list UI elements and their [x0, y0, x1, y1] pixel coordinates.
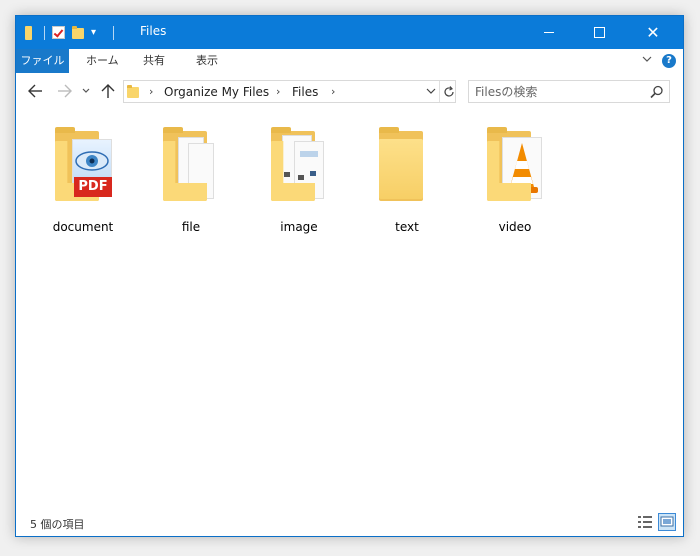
forward-button[interactable] [54, 82, 76, 100]
details-view-button[interactable] [636, 513, 654, 531]
minimize-icon [544, 32, 554, 33]
search-input[interactable] [475, 83, 635, 100]
chevron-down-icon [82, 88, 90, 93]
breadcrumb-files[interactable]: Files [292, 85, 318, 99]
vlc-folder-icon [480, 127, 550, 209]
large-icons-view-icon [660, 516, 674, 527]
up-button[interactable] [98, 82, 118, 100]
status-bar: 5 個の項目 [16, 507, 683, 536]
pdf-badge: PDF [74, 177, 112, 197]
quick-access-toolbar: ▾ [22, 24, 120, 42]
tab-home[interactable]: ホーム [86, 49, 119, 73]
title-bar[interactable]: ▾ Files ✕ [16, 16, 683, 49]
folder-item-text[interactable]: text [363, 127, 451, 237]
folder-item-video[interactable]: video [471, 127, 559, 237]
folder-item-file[interactable]: file [147, 127, 235, 237]
forward-arrow-icon [58, 84, 72, 98]
tab-share[interactable]: 共有 [143, 49, 165, 73]
folder-label: image [280, 220, 318, 234]
search-box[interactable] [468, 80, 670, 103]
refresh-button[interactable] [439, 81, 457, 102]
tab-view[interactable]: 表示 [196, 49, 218, 73]
search-icon[interactable] [649, 84, 665, 100]
up-arrow-icon [101, 84, 115, 98]
window-title: Files [140, 24, 167, 38]
folder-label: video [498, 220, 532, 234]
folder-label: file [181, 220, 201, 234]
new-folder-icon[interactable] [71, 25, 87, 41]
tab-file[interactable]: ファイル [16, 49, 69, 73]
address-bar[interactable]: › Organize My Files › Files › [123, 80, 456, 103]
file-list-view[interactable]: PDF document file image text video [16, 109, 683, 507]
pdf-folder-icon: PDF [48, 127, 118, 209]
customize-toolbar-dropdown-icon[interactable]: ▾ [91, 25, 107, 41]
close-button[interactable]: ✕ [630, 16, 676, 49]
folder-icon [127, 85, 139, 98]
folder-item-document[interactable]: PDF document [39, 127, 127, 237]
address-history-dropdown-icon[interactable] [425, 85, 437, 97]
pin-folder-icon[interactable] [22, 25, 38, 41]
maximize-icon [593, 27, 605, 38]
explorer-window: ▾ Files ✕ ファイル ホーム 共有 表示 ? › Organize My… [15, 15, 684, 537]
properties-icon[interactable] [51, 25, 67, 41]
qat-separator [113, 26, 114, 40]
maximize-button[interactable] [576, 16, 622, 49]
expand-ribbon-chevron-icon[interactable] [642, 54, 652, 64]
navigation-bar: › Organize My Files › Files › [16, 73, 683, 109]
back-arrow-icon [28, 84, 42, 98]
large-icons-view-button[interactable] [658, 513, 676, 531]
help-icon[interactable]: ? [662, 54, 676, 68]
ribbon-tabs: ファイル ホーム 共有 表示 ? [16, 49, 683, 74]
folder-icon [372, 127, 442, 209]
recent-locations-button[interactable] [80, 82, 92, 100]
back-button[interactable] [24, 82, 46, 100]
folder-label: document [52, 220, 114, 234]
breadcrumb-organize-my-files[interactable]: Organize My Files [164, 85, 269, 99]
folder-with-pages-icon [156, 127, 226, 209]
folder-with-images-icon [264, 127, 334, 209]
folder-label: text [395, 220, 419, 234]
details-view-icon [638, 516, 652, 528]
qat-separator [44, 26, 45, 40]
item-count: 5 個の項目 [30, 518, 85, 531]
minimize-button[interactable] [526, 16, 572, 49]
refresh-icon [444, 86, 454, 97]
breadcrumb-chevron-icon[interactable]: › [331, 85, 335, 98]
folder-item-image[interactable]: image [255, 127, 343, 237]
breadcrumb-chevron-icon[interactable]: › [149, 85, 153, 98]
breadcrumb-chevron-icon[interactable]: › [276, 85, 280, 98]
close-icon: ✕ [646, 22, 660, 42]
